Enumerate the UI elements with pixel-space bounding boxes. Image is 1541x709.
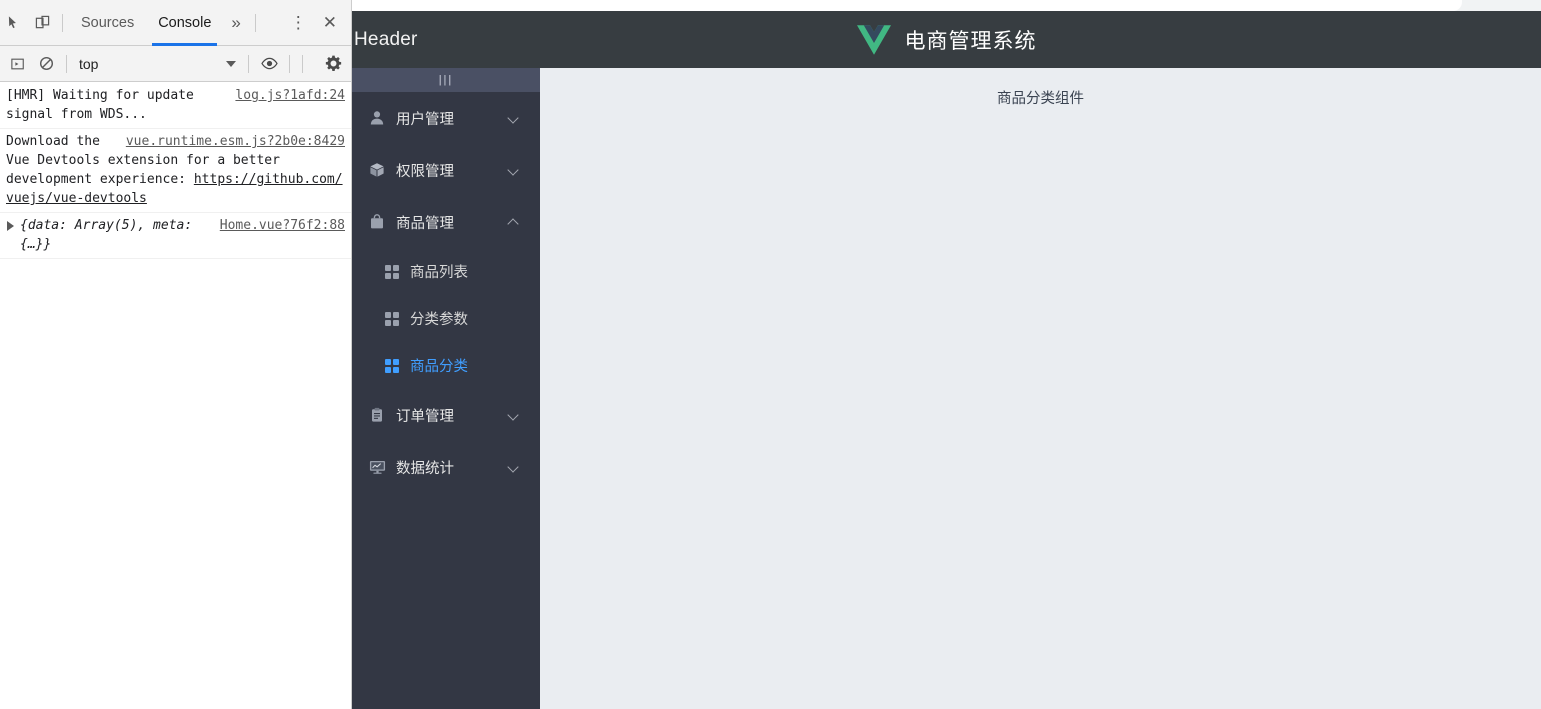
console-toolbar-divider-2 (248, 54, 249, 73)
console-log-row: log.js?1afd:24 [HMR] Waiting for update s… (0, 83, 351, 129)
console-log-source[interactable]: log.js?1afd:24 (235, 86, 345, 105)
sidebar-menu: 用户管理权限管理商品管理商品列表分类参数商品分类订单管理数据统计 (352, 92, 540, 493)
sidebar-group-label-goods: 商品管理 (396, 215, 454, 232)
sidebar-group-title-goods[interactable]: 商品管理 (352, 196, 540, 248)
box-icon (368, 161, 386, 179)
sidebar-group-label-rights: 权限管理 (396, 163, 454, 180)
console-log-source[interactable]: vue.runtime.esm.js?2b0e:8429 (126, 132, 345, 151)
sidebar-submenu-goods: 商品列表分类参数商品分类 (352, 248, 540, 389)
console-log-row: vue.runtime.esm.js?2b0e:8429 Download the… (0, 129, 351, 213)
console-toolbar-divider-4 (302, 54, 303, 73)
expand-object-arrow-icon[interactable] (7, 221, 14, 231)
console-log-object-text: {data: Array(5), meta: {…}} (20, 218, 193, 252)
tab-sources[interactable]: Sources (69, 0, 146, 46)
screen-root: Header 电商管理系统 ||| 用户管理 权限管理 商品管理 商品列表 分类… (0, 0, 1541, 709)
sidebar-group-goods: 商品管理商品列表分类参数商品分类 (352, 196, 540, 389)
app-body: ||| 用户管理权限管理商品管理商品列表分类参数商品分类订单管理数据统计 商品分… (352, 68, 1541, 709)
sidebar-item-label-categories: 商品分类 (410, 359, 468, 375)
console-sidebar-toggle-icon[interactable] (4, 50, 32, 78)
app-header: Header 电商管理系统 (352, 11, 1541, 68)
console-toolbar-divider-3 (289, 54, 290, 73)
sidebar-group-label-reports: 数据统计 (396, 460, 454, 477)
sidebar-group-user: 用户管理 (352, 92, 540, 144)
toolbar-divider-2 (254, 13, 256, 32)
console-toolbar: top (0, 46, 351, 82)
header-left-text: Header (354, 29, 418, 50)
sidebar-group-label-orders: 订单管理 (396, 408, 454, 425)
header-brand: 电商管理系统 (352, 24, 1541, 56)
bag-icon (368, 213, 386, 231)
toolbar-divider (62, 13, 63, 32)
chevron-down-icon (508, 164, 520, 176)
chevron-down-icon (226, 60, 236, 67)
more-tabs-icon[interactable]: » (223, 0, 248, 46)
chevron-up-icon (508, 216, 520, 228)
tab-console[interactable]: Console (146, 0, 223, 46)
chevron-down-icon (508, 112, 520, 124)
browser-chrome-strip (352, 0, 1541, 11)
main-content: 商品分类组件 (540, 68, 1541, 709)
sidebar-group-orders: 订单管理 (352, 389, 540, 441)
sidebar-group-title-user[interactable]: 用户管理 (352, 92, 540, 144)
sidebar-item-categories[interactable]: 商品分类 (352, 342, 540, 389)
sidebar-item-label-goods-list: 商品列表 (410, 265, 468, 281)
chevron-down-icon (508, 461, 520, 473)
devtools-tabbar: Sources Console » ⋮ ✕ (0, 0, 351, 46)
chevron-down-icon (508, 409, 520, 421)
user-icon (368, 109, 386, 127)
close-devtools-icon[interactable]: ✕ (315, 0, 345, 46)
clipboard-icon (368, 406, 386, 424)
sidebar-item-label-params: 分类参数 (410, 312, 468, 328)
devtools-panel: Sources Console » ⋮ ✕ top log.js?1afd:24… (0, 0, 352, 709)
main-title: 商品分类组件 (997, 91, 1084, 107)
sidebar-group-title-reports[interactable]: 数据统计 (352, 441, 540, 493)
vue-logo-icon (856, 24, 891, 56)
monitor-chart-icon (368, 458, 386, 476)
brand-title: 电商管理系统 (904, 29, 1037, 53)
sidebar-group-title-rights[interactable]: 权限管理 (352, 144, 540, 196)
execution-context-select[interactable]: top (73, 52, 242, 76)
sidebar-item-params[interactable]: 分类参数 (352, 295, 540, 342)
sidebar-collapse-toggle[interactable]: ||| (352, 68, 540, 92)
console-log-list[interactable]: log.js?1afd:24 [HMR] Waiting for update s… (0, 83, 351, 709)
console-log-object: {data: Array(5), meta: {…}} (6, 216, 345, 254)
console-toolbar-divider (66, 54, 67, 73)
grid-icon (384, 311, 400, 327)
device-toolbar-icon[interactable] (28, 9, 56, 37)
browser-page: Header 电商管理系统 ||| 用户管理 权限管理 商品管理 商品列表 分类… (352, 0, 1541, 709)
grid-icon (384, 358, 400, 374)
console-settings-gear-icon[interactable] (319, 50, 347, 78)
sidebar-group-reports: 数据统计 (352, 441, 540, 493)
sidebar: ||| 用户管理权限管理商品管理商品列表分类参数商品分类订单管理数据统计 (352, 68, 540, 709)
sidebar-group-title-orders[interactable]: 订单管理 (352, 389, 540, 441)
clear-console-icon[interactable] (32, 50, 60, 78)
vue-app-container: Header 电商管理系统 ||| 用户管理 权限管理 商品管理 商品列表 分类… (352, 11, 1541, 709)
browser-tab-strip-edge (352, 0, 1462, 11)
inspect-element-icon[interactable] (0, 9, 28, 37)
console-log-text: [HMR] Waiting for update signal from WDS… (6, 88, 194, 122)
execution-context-value: top (79, 55, 99, 72)
sidebar-item-goods-list[interactable]: 商品列表 (352, 248, 540, 295)
console-log-row: Home.vue?76f2:88 {data: Array(5), meta: {… (0, 213, 351, 259)
devtools-menu-icon[interactable]: ⋮ (282, 0, 315, 46)
sidebar-group-rights: 权限管理 (352, 144, 540, 196)
sidebar-group-label-user: 用户管理 (396, 111, 454, 128)
grid-icon (384, 264, 400, 280)
live-expression-eye-icon[interactable] (255, 50, 283, 78)
